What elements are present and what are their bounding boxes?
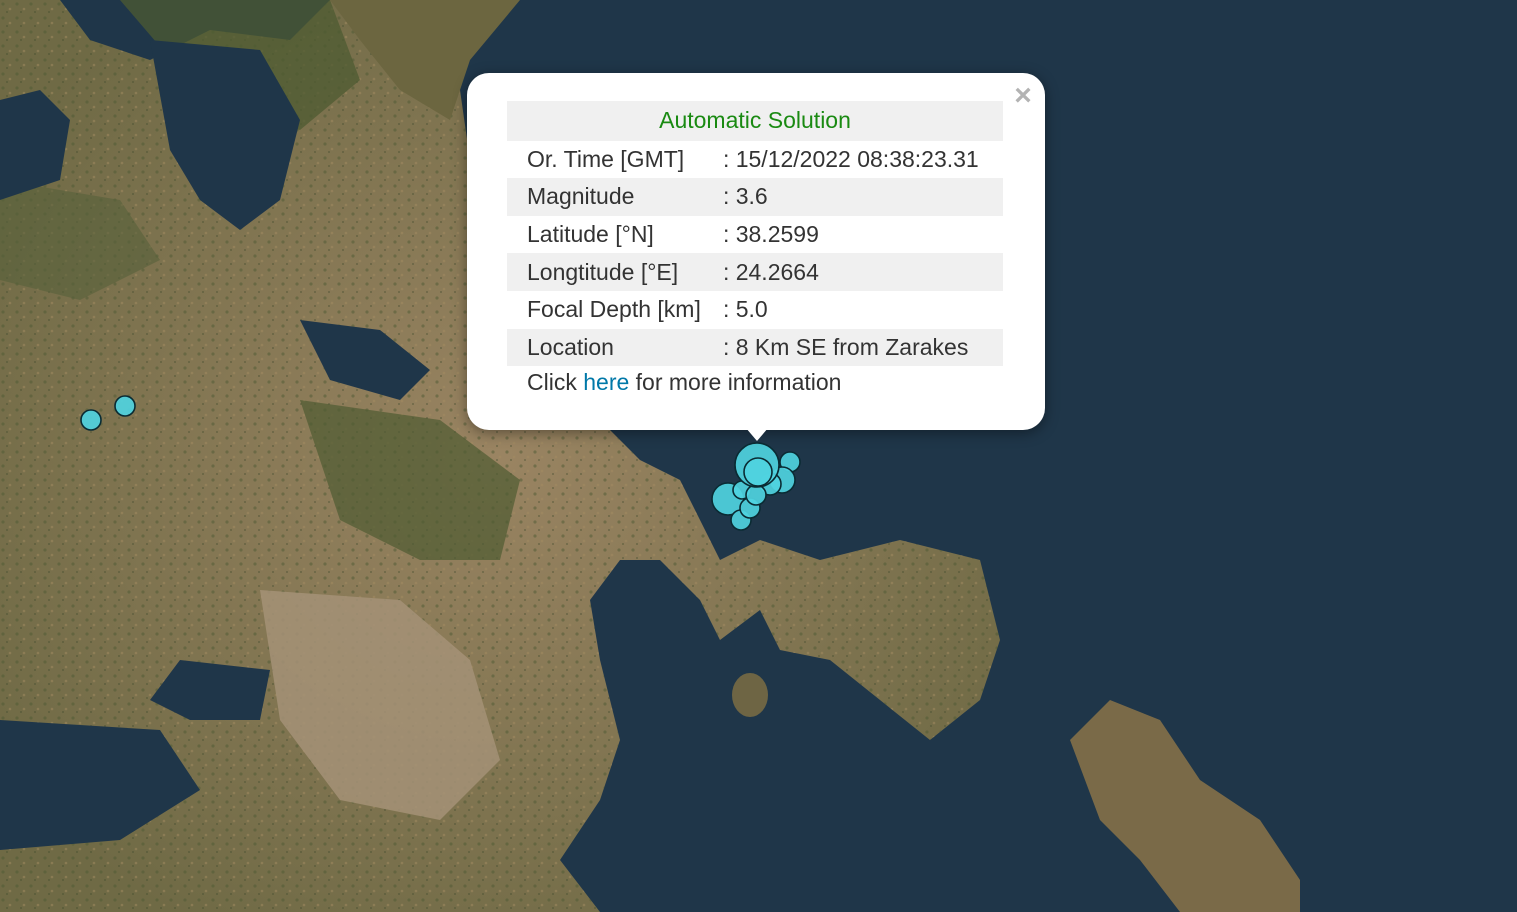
more-info-text: Click here for more information bbox=[527, 369, 841, 396]
row-value: : 38.2599 bbox=[722, 221, 819, 248]
row-label: Focal Depth [km] bbox=[527, 296, 701, 323]
island bbox=[732, 673, 768, 717]
earthquake-marker[interactable] bbox=[80, 409, 102, 431]
table-row: Latitude [°N] : 38.2599 bbox=[507, 216, 1003, 254]
row-label: Longtitude [°E] bbox=[507, 253, 719, 291]
solution-table: Automatic Solution Or. Time [GMT] : 15/1… bbox=[507, 101, 1003, 367]
row-value: : 8 Km SE from Zarakes bbox=[718, 328, 1003, 367]
more-prefix: Click bbox=[527, 369, 577, 395]
row-value: : 3.6 bbox=[718, 178, 1003, 216]
more-info-link[interactable]: here bbox=[583, 369, 629, 395]
row-value: : 15/12/2022 08:38:23.31 bbox=[722, 145, 979, 172]
more-suffix: for more information bbox=[635, 369, 842, 395]
popup-tip bbox=[740, 421, 774, 441]
row-label: Or. Time [GMT] bbox=[527, 145, 685, 172]
table-row: Magnitude : 3.6 bbox=[507, 178, 1003, 216]
close-icon[interactable]: × bbox=[1011, 81, 1035, 111]
earthquake-info-popup: × Automatic Solution Or. Time [GMT] : 15… bbox=[467, 73, 1045, 430]
row-value: : 5.0 bbox=[722, 296, 768, 323]
table-row: Location : 8 Km SE from Zarakes bbox=[507, 328, 1003, 367]
row-label: Magnitude bbox=[507, 178, 719, 216]
row-label: Latitude [°N] bbox=[527, 221, 654, 248]
earthquake-marker[interactable] bbox=[743, 457, 773, 487]
earthquake-marker[interactable] bbox=[745, 484, 767, 506]
popup-title: Automatic Solution bbox=[507, 101, 1003, 141]
table-row: Or. Time [GMT] : 15/12/2022 08:38:23.31 bbox=[507, 141, 1003, 179]
row-label: Location bbox=[507, 328, 719, 367]
earthquake-marker[interactable] bbox=[114, 395, 136, 417]
table-row: Focal Depth [km] : 5.0 bbox=[507, 291, 1003, 329]
row-value: : 24.2664 bbox=[718, 253, 1003, 291]
table-row: Longtitude [°E] : 24.2664 bbox=[507, 253, 1003, 291]
